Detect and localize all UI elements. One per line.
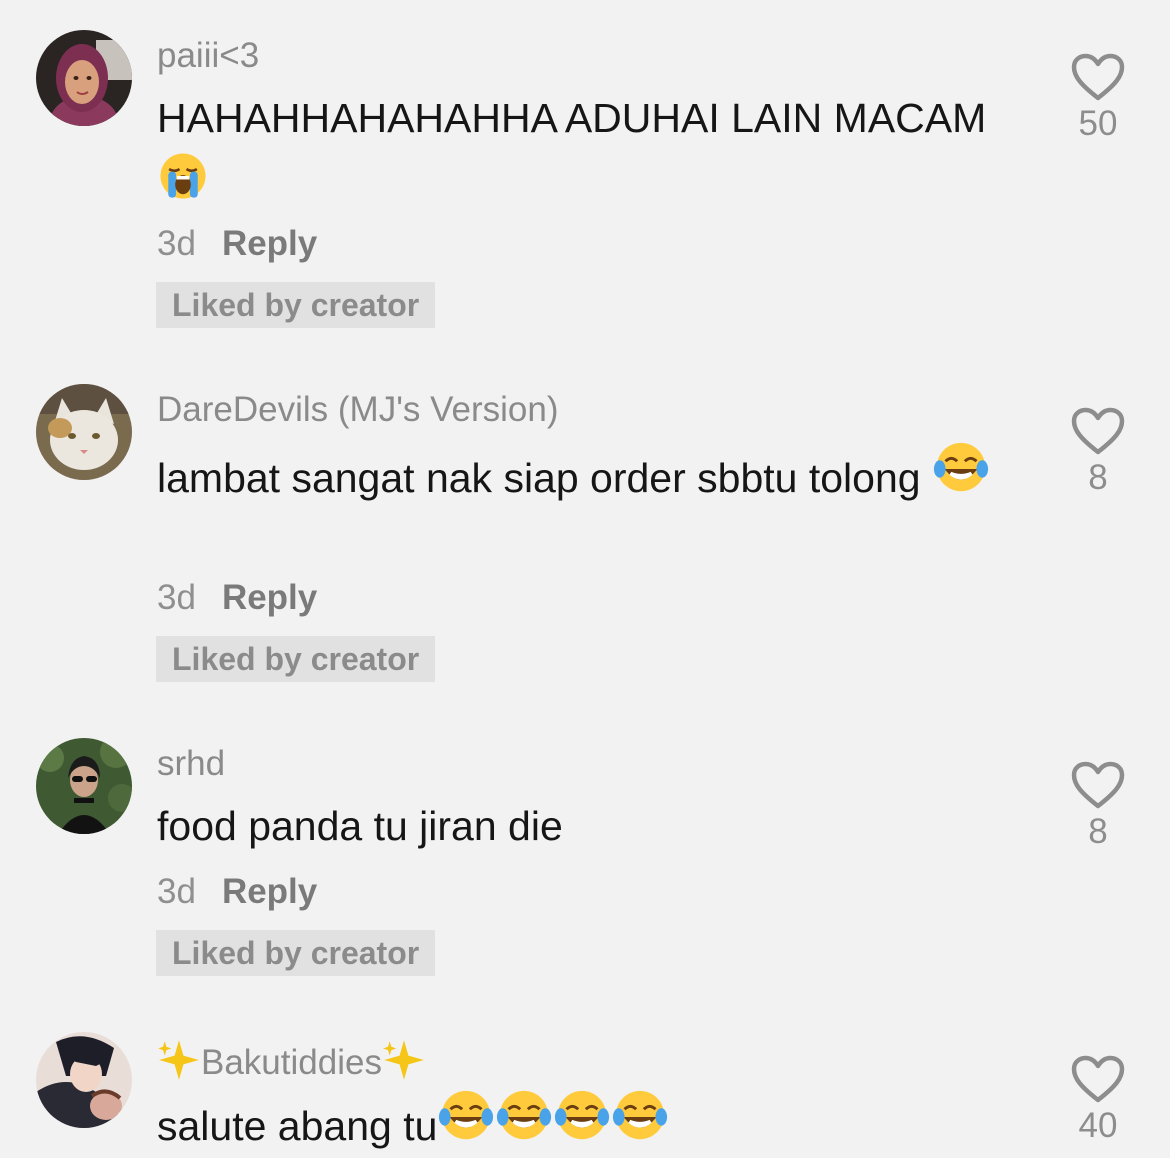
face-with-tears-of-joy-icon [553,1088,611,1146]
heart-outline-icon[interactable] [1070,406,1126,456]
comment-meta: 3d Reply [157,224,317,264]
reply-button[interactable]: Reply [222,872,317,911]
username[interactable]: srhd [157,744,225,784]
comment-text: lambat sangat nak siap order sbbtu tolon… [157,440,1017,510]
like-count: 8 [1088,812,1108,851]
liked-by-creator-badge: Liked by creator [156,636,436,682]
heart-outline-icon[interactable] [1070,1054,1126,1104]
username[interactable]: DareDevils (MJ's Version) [157,390,559,430]
like-count: 40 [1078,1106,1118,1145]
like-column: 50 [1058,52,1138,144]
comment-text: salute abang tu [157,1088,1017,1158]
loudly-crying-face-icon [157,150,209,202]
comment-text-content: lambat sangat nak siap order sbbtu tolon… [157,455,921,501]
heart-outline-icon[interactable] [1070,760,1126,810]
reply-button[interactable]: Reply [222,224,317,263]
face-with-tears-of-joy-icon [932,440,990,498]
avatar[interactable] [36,384,132,480]
comment-text: HAHAHHAHAHAHHA ADUHAI LAIN MACAM [157,86,1017,214]
timestamp: 3d [157,872,196,911]
sparkles-icon [157,1038,201,1082]
liked-by-creator-badge: Liked by creator [156,930,436,976]
face-with-tears-of-joy-icon [495,1088,553,1146]
reply-button[interactable]: Reply [222,578,317,617]
comment-meta: 3d Reply [157,872,317,912]
like-count: 50 [1078,104,1118,143]
timestamp: 3d [157,224,196,263]
like-column: 8 [1058,406,1138,498]
face-with-tears-of-joy-icon [437,1088,495,1146]
liked-by-creator-badge: Liked by creator [156,282,436,328]
avatar[interactable] [36,30,132,126]
heart-outline-icon[interactable] [1070,52,1126,102]
username[interactable]: Bakutiddies [157,1038,426,1083]
comment-text: food panda tu jiran die [157,794,1017,858]
like-column: 8 [1058,760,1138,852]
timestamp: 3d [157,578,196,617]
comment-text-content: HAHAHHAHAHAHHA ADUHAI LAIN MACAM [157,95,987,141]
username-text: Bakutiddies [201,1043,382,1082]
comment-text-content: salute abang tu [157,1103,438,1149]
comment-text-content: food panda tu jiran die [157,803,563,849]
sparkles-icon [382,1038,426,1082]
avatar[interactable] [36,1032,132,1128]
face-with-tears-of-joy-icon [611,1088,669,1146]
avatar[interactable] [36,738,132,834]
like-count: 8 [1088,458,1108,497]
like-column: 40 [1058,1054,1138,1146]
comment-meta: 3d Reply [157,578,317,618]
username[interactable]: paiii<3 [157,36,259,76]
